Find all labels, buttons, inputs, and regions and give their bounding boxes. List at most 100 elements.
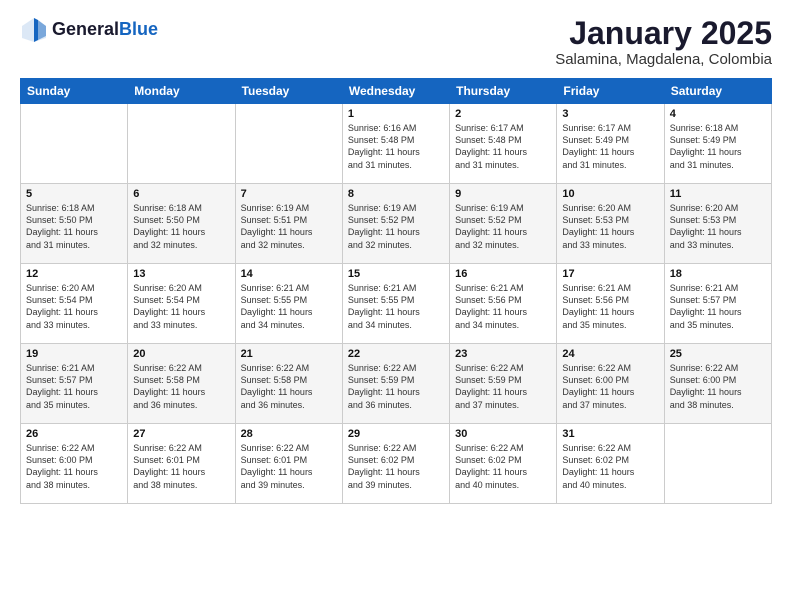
day-number: 18 — [670, 268, 766, 280]
day-info: Sunrise: 6:21 AM Sunset: 5:56 PM Dayligh… — [455, 282, 551, 331]
day-info: Sunrise: 6:21 AM Sunset: 5:56 PM Dayligh… — [562, 282, 658, 331]
day-info: Sunrise: 6:22 AM Sunset: 5:58 PM Dayligh… — [133, 362, 229, 411]
day-number: 16 — [455, 268, 551, 280]
calendar-cell: 22 Sunrise: 6:22 AM Sunset: 5:59 PM Dayli… — [342, 344, 449, 424]
day-info: Sunrise: 6:22 AM Sunset: 6:00 PM Dayligh… — [562, 362, 658, 411]
day-info: Sunrise: 6:22 AM Sunset: 6:01 PM Dayligh… — [241, 442, 337, 491]
day-info: Sunrise: 6:20 AM Sunset: 5:54 PM Dayligh… — [26, 282, 122, 331]
day-info: Sunrise: 6:22 AM Sunset: 5:59 PM Dayligh… — [348, 362, 444, 411]
day-number: 7 — [241, 188, 337, 200]
day-info: Sunrise: 6:18 AM Sunset: 5:49 PM Dayligh… — [670, 122, 766, 171]
day-info: Sunrise: 6:21 AM Sunset: 5:55 PM Dayligh… — [241, 282, 337, 331]
day-info: Sunrise: 6:22 AM Sunset: 6:02 PM Dayligh… — [348, 442, 444, 491]
day-info: Sunrise: 6:17 AM Sunset: 5:49 PM Dayligh… — [562, 122, 658, 171]
calendar-cell: 5 Sunrise: 6:18 AM Sunset: 5:50 PM Daylig… — [21, 184, 128, 264]
calendar-cell: 1Sunrise: 6:16 AM Sunset: 5:48 PM Daylig… — [342, 104, 449, 184]
day-number: 5 — [26, 188, 122, 200]
calendar-cell: 9 Sunrise: 6:19 AM Sunset: 5:52 PM Daylig… — [450, 184, 557, 264]
calendar-cell: 12 Sunrise: 6:20 AM Sunset: 5:54 PM Dayli… — [21, 264, 128, 344]
calendar-cell — [128, 104, 235, 184]
calendar-cell: 21 Sunrise: 6:22 AM Sunset: 5:58 PM Dayli… — [235, 344, 342, 424]
day-number: 2 — [455, 108, 551, 120]
day-number: 17 — [562, 268, 658, 280]
calendar-cell: 8 Sunrise: 6:19 AM Sunset: 5:52 PM Daylig… — [342, 184, 449, 264]
day-number: 9 — [455, 188, 551, 200]
day-info: Sunrise: 6:21 AM Sunset: 5:55 PM Dayligh… — [348, 282, 444, 331]
day-number: 20 — [133, 348, 229, 360]
calendar-header-row: Sunday Monday Tuesday Wednesday Thursday… — [21, 79, 772, 104]
day-number: 3 — [562, 108, 658, 120]
day-info: Sunrise: 6:22 AM Sunset: 5:58 PM Dayligh… — [241, 362, 337, 411]
calendar-cell: 28 Sunrise: 6:22 AM Sunset: 6:01 PM Dayli… — [235, 424, 342, 504]
calendar-cell: 7 Sunrise: 6:19 AM Sunset: 5:51 PM Daylig… — [235, 184, 342, 264]
calendar-week-1: 1Sunrise: 6:16 AM Sunset: 5:48 PM Daylig… — [21, 104, 772, 184]
day-info: Sunrise: 6:19 AM Sunset: 5:52 PM Dayligh… — [348, 202, 444, 251]
col-sunday: Sunday — [21, 79, 128, 104]
day-number: 12 — [26, 268, 122, 280]
day-number: 14 — [241, 268, 337, 280]
month-title: January 2025 — [555, 16, 772, 51]
header: GeneralBlue January 2025 Salamina, Magda… — [20, 16, 772, 68]
calendar-cell: 29 Sunrise: 6:22 AM Sunset: 6:02 PM Dayli… — [342, 424, 449, 504]
calendar-cell: 13Sunrise: 6:20 AM Sunset: 5:54 PM Dayli… — [128, 264, 235, 344]
day-info: Sunrise: 6:18 AM Sunset: 5:50 PM Dayligh… — [26, 202, 122, 251]
calendar-cell: 24 Sunrise: 6:22 AM Sunset: 6:00 PM Dayli… — [557, 344, 664, 424]
day-number: 28 — [241, 428, 337, 440]
day-number: 6 — [133, 188, 229, 200]
day-number: 25 — [670, 348, 766, 360]
logo-text: GeneralBlue — [52, 20, 158, 40]
calendar-cell: 30Sunrise: 6:22 AM Sunset: 6:02 PM Dayli… — [450, 424, 557, 504]
calendar-week-3: 12 Sunrise: 6:20 AM Sunset: 5:54 PM Dayli… — [21, 264, 772, 344]
calendar-cell: 31 Sunrise: 6:22 AM Sunset: 6:02 PM Dayli… — [557, 424, 664, 504]
day-info: Sunrise: 6:22 AM Sunset: 6:01 PM Dayligh… — [133, 442, 229, 491]
day-number: 23 — [455, 348, 551, 360]
day-number: 31 — [562, 428, 658, 440]
calendar-cell: 27 Sunrise: 6:22 AM Sunset: 6:01 PM Dayli… — [128, 424, 235, 504]
calendar-cell: 26 Sunrise: 6:22 AM Sunset: 6:00 PM Dayli… — [21, 424, 128, 504]
calendar: Sunday Monday Tuesday Wednesday Thursday… — [20, 78, 772, 504]
day-number: 19 — [26, 348, 122, 360]
day-info: Sunrise: 6:20 AM Sunset: 5:53 PM Dayligh… — [562, 202, 658, 251]
day-number: 15 — [348, 268, 444, 280]
calendar-cell: 14 Sunrise: 6:21 AM Sunset: 5:55 PM Dayli… — [235, 264, 342, 344]
calendar-cell: 18Sunrise: 6:21 AM Sunset: 5:57 PM Dayli… — [664, 264, 771, 344]
day-number: 10 — [562, 188, 658, 200]
day-info: Sunrise: 6:22 AM Sunset: 6:00 PM Dayligh… — [670, 362, 766, 411]
day-number: 8 — [348, 188, 444, 200]
calendar-cell: 23 Sunrise: 6:22 AM Sunset: 5:59 PM Dayli… — [450, 344, 557, 424]
day-info: Sunrise: 6:22 AM Sunset: 5:59 PM Dayligh… — [455, 362, 551, 411]
day-info: Sunrise: 6:19 AM Sunset: 5:52 PM Dayligh… — [455, 202, 551, 251]
day-info: Sunrise: 6:22 AM Sunset: 6:02 PM Dayligh… — [562, 442, 658, 491]
calendar-cell: 4Sunrise: 6:18 AM Sunset: 5:49 PM Daylig… — [664, 104, 771, 184]
calendar-cell: 20 Sunrise: 6:22 AM Sunset: 5:58 PM Dayli… — [128, 344, 235, 424]
location-title: Salamina, Magdalena, Colombia — [555, 51, 772, 68]
day-info: Sunrise: 6:22 AM Sunset: 6:00 PM Dayligh… — [26, 442, 122, 491]
day-number: 27 — [133, 428, 229, 440]
col-thursday: Thursday — [450, 79, 557, 104]
day-number: 24 — [562, 348, 658, 360]
day-info: Sunrise: 6:20 AM Sunset: 5:53 PM Dayligh… — [670, 202, 766, 251]
calendar-cell — [664, 424, 771, 504]
day-number: 21 — [241, 348, 337, 360]
day-number: 26 — [26, 428, 122, 440]
day-info: Sunrise: 6:19 AM Sunset: 5:51 PM Dayligh… — [241, 202, 337, 251]
calendar-cell: 19 Sunrise: 6:21 AM Sunset: 5:57 PM Dayli… — [21, 344, 128, 424]
calendar-cell: 15 Sunrise: 6:21 AM Sunset: 5:55 PM Dayli… — [342, 264, 449, 344]
day-info: Sunrise: 6:22 AM Sunset: 6:02 PM Dayligh… — [455, 442, 551, 491]
day-info: Sunrise: 6:18 AM Sunset: 5:50 PM Dayligh… — [133, 202, 229, 251]
col-wednesday: Wednesday — [342, 79, 449, 104]
col-tuesday: Tuesday — [235, 79, 342, 104]
title-block: January 2025 Salamina, Magdalena, Colomb… — [555, 16, 772, 68]
calendar-cell: 11Sunrise: 6:20 AM Sunset: 5:53 PM Dayli… — [664, 184, 771, 264]
day-number: 1 — [348, 108, 444, 120]
col-monday: Monday — [128, 79, 235, 104]
col-friday: Friday — [557, 79, 664, 104]
page: GeneralBlue January 2025 Salamina, Magda… — [0, 0, 792, 612]
day-info: Sunrise: 6:21 AM Sunset: 5:57 PM Dayligh… — [26, 362, 122, 411]
day-number: 29 — [348, 428, 444, 440]
day-number: 22 — [348, 348, 444, 360]
calendar-cell: 6 Sunrise: 6:18 AM Sunset: 5:50 PM Daylig… — [128, 184, 235, 264]
calendar-cell: 2Sunrise: 6:17 AM Sunset: 5:48 PM Daylig… — [450, 104, 557, 184]
calendar-week-4: 19 Sunrise: 6:21 AM Sunset: 5:57 PM Dayli… — [21, 344, 772, 424]
calendar-cell — [21, 104, 128, 184]
